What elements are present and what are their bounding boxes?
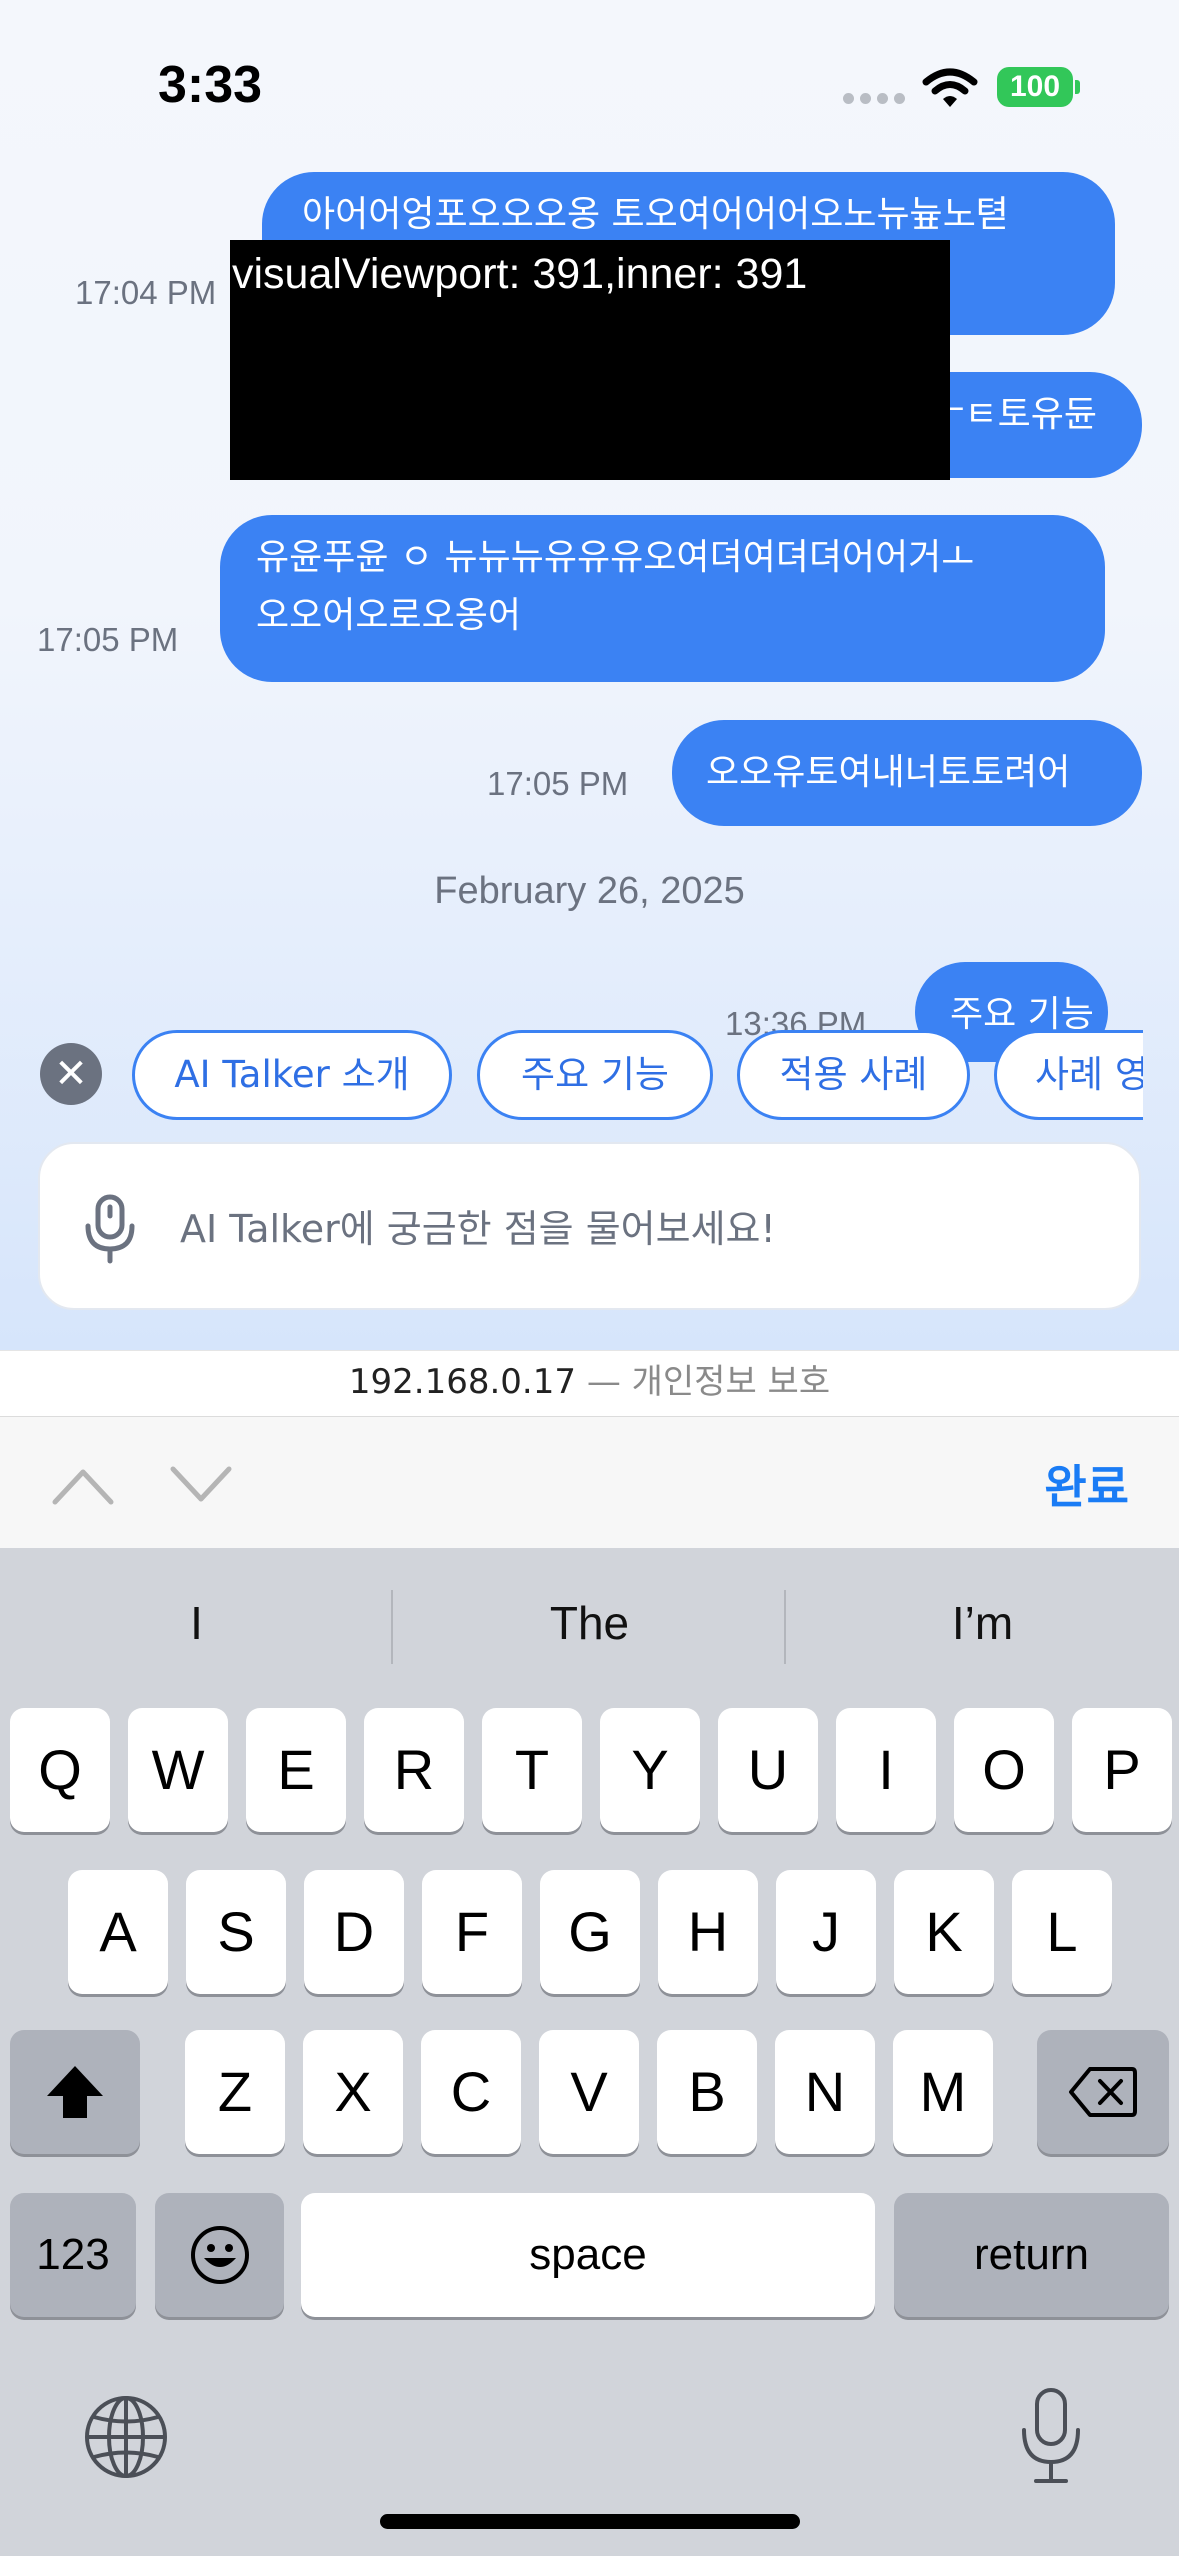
- key-f[interactable]: F: [422, 1870, 522, 1994]
- microphone-icon[interactable]: [80, 1194, 140, 1264]
- shift-icon: [47, 2066, 103, 2118]
- keyboard: I The I’m QWERTYUIOP ASDFGHJKL ZXCVBNM 1…: [0, 1548, 1179, 2556]
- chat-input-box: [38, 1142, 1141, 1310]
- key-n[interactable]: N: [775, 2030, 875, 2154]
- key-y[interactable]: Y: [600, 1708, 700, 1832]
- key-b[interactable]: B: [657, 2030, 757, 2154]
- key-o[interactable]: O: [954, 1708, 1054, 1832]
- key-l[interactable]: L: [1012, 1870, 1112, 1994]
- address-bar[interactable]: 192.168.0.17 — 개인정보 보호: [0, 1350, 1179, 1416]
- key-e[interactable]: E: [246, 1708, 346, 1832]
- message-bubble: 유윤푸윤 ㅇ 뉴뉴뉴유유유오여뎌여뎌뎌어어거ㅗ 오오어오로오옹어: [220, 515, 1105, 682]
- status-bar: 3:33 100: [0, 0, 1179, 170]
- prediction-item[interactable]: I’m: [786, 1578, 1179, 1668]
- message-time: 17:05 PM: [37, 621, 179, 658]
- suggestion-chip[interactable]: 적용 사례: [737, 1030, 970, 1120]
- dictation-mic-icon[interactable]: [1016, 2386, 1086, 2486]
- prediction-item[interactable]: The: [393, 1578, 786, 1668]
- status-time: 3:33: [158, 56, 263, 114]
- key-m[interactable]: M: [893, 2030, 993, 2154]
- chat-app: 3:33 100 아어어엉포오오오옹 토오여어어어오노뉴늎노텯 17:04 PM…: [0, 0, 1179, 1350]
- home-indicator[interactable]: [380, 2514, 800, 2529]
- address-host: 192.168.0.17: [348, 1362, 576, 1402]
- date-separator: February 26, 2025: [434, 870, 745, 912]
- suggestion-chip[interactable]: 사례 영: [994, 1030, 1143, 1120]
- key-k[interactable]: K: [894, 1870, 994, 1994]
- key-a[interactable]: A: [68, 1870, 168, 1994]
- emoji-key[interactable]: [155, 2193, 284, 2317]
- numbers-key[interactable]: 123: [10, 2193, 136, 2317]
- message-time: 17:04 PM: [75, 274, 217, 311]
- battery-icon: 100: [997, 67, 1080, 107]
- suggestion-chip-row: ✕ AI Talker 소개 주요 기능 적용 사례 사례 영: [0, 1025, 1179, 1125]
- message-text-line: 오오어오로오옹어: [256, 595, 521, 636]
- battery-level: 100: [997, 67, 1073, 107]
- return-key[interactable]: return: [894, 2193, 1169, 2317]
- message-text: ㅜㅌ토유듄: [931, 394, 1097, 435]
- message-bubble: 오오유토여내너토토려어: [672, 720, 1142, 826]
- key-c[interactable]: C: [421, 2030, 521, 2154]
- suggestion-chip[interactable]: 주요 기능: [477, 1030, 713, 1120]
- close-icon[interactable]: ✕: [40, 1043, 102, 1105]
- key-d[interactable]: D: [304, 1870, 404, 1994]
- wifi-icon: [922, 68, 978, 107]
- key-w[interactable]: W: [128, 1708, 228, 1832]
- done-button[interactable]: 완료: [1044, 1451, 1129, 1517]
- key-r[interactable]: R: [364, 1708, 464, 1832]
- key-g[interactable]: G: [540, 1870, 640, 1994]
- key-p[interactable]: P: [1072, 1708, 1172, 1832]
- form-accessory-toolbar: 완료: [0, 1416, 1179, 1548]
- key-x[interactable]: X: [303, 2030, 403, 2154]
- emoji-icon: [190, 2226, 249, 2284]
- chevron-down-icon[interactable]: [168, 1457, 234, 1511]
- key-i[interactable]: I: [836, 1708, 936, 1832]
- delete-key[interactable]: [1037, 2030, 1169, 2154]
- key-h[interactable]: H: [658, 1870, 758, 1994]
- prediction-item[interactable]: I: [0, 1578, 393, 1668]
- globe-icon[interactable]: [82, 2393, 170, 2481]
- message-text: 아어어엉포오오오옹 토오여어어어오노뉴늎노텯: [302, 194, 1009, 235]
- suggestion-chip[interactable]: AI Talker 소개: [132, 1030, 452, 1120]
- suggestion-chip-scroller[interactable]: AI Talker 소개 주요 기능 적용 사례 사례 영: [132, 1030, 1143, 1120]
- key-q[interactable]: Q: [10, 1708, 110, 1832]
- key-s[interactable]: S: [186, 1870, 286, 1994]
- shift-key[interactable]: [10, 2030, 140, 2154]
- cellular-signal-icon: [843, 93, 905, 107]
- message-time: 17:05 PM: [487, 765, 629, 802]
- space-key[interactable]: space: [301, 2193, 875, 2317]
- delete-icon: [1069, 2067, 1137, 2117]
- chevron-up-icon[interactable]: [50, 1457, 116, 1511]
- message-text: 오오유토여내너토토려어: [706, 752, 1071, 793]
- key-j[interactable]: J: [776, 1870, 876, 1994]
- debug-viewport-overlay: visualViewport: 391,inner: 391: [230, 240, 950, 480]
- privacy-label: — 개인정보 보호: [586, 1362, 831, 1402]
- key-z[interactable]: Z: [185, 2030, 285, 2154]
- key-v[interactable]: V: [539, 2030, 639, 2154]
- prediction-bar: I The I’m: [0, 1548, 1179, 1698]
- key-u[interactable]: U: [718, 1708, 818, 1832]
- key-t[interactable]: T: [482, 1708, 582, 1832]
- chat-input[interactable]: [180, 1184, 1100, 1274]
- message-text-line: 유윤푸윤 ㅇ 뉴뉴뉴유유유오여뎌여뎌뎌어어거ㅗ: [256, 537, 975, 578]
